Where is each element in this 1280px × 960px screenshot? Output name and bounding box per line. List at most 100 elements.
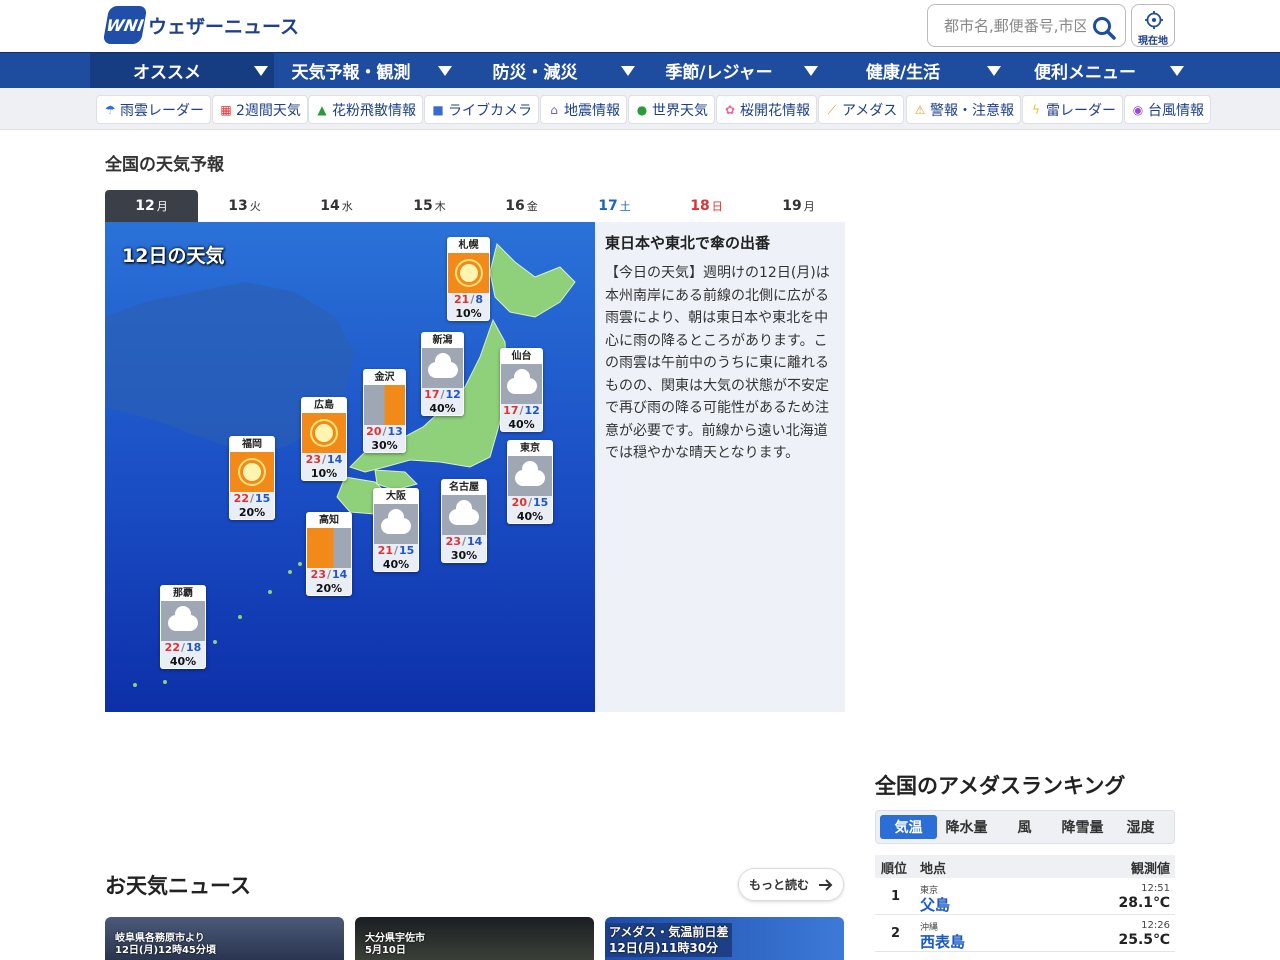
- nav-item-osusume[interactable]: オススメ: [90, 53, 274, 88]
- nav-item-menu[interactable]: 便利メニュー: [1010, 53, 1190, 88]
- read-more-button[interactable]: もっと読む: [738, 868, 844, 901]
- city-forecast-tokyo[interactable]: 東京 20/15 40%: [507, 440, 553, 524]
- quick-link-label: 台風情報: [1148, 102, 1204, 119]
- city-temps: 20/15: [511, 496, 549, 509]
- quick-link-world[interactable]: ● 世界天気: [628, 95, 715, 124]
- cloud-icon: [161, 601, 205, 641]
- cloud-sun-icon: [364, 385, 405, 425]
- rank-place[interactable]: 西表島: [920, 931, 965, 952]
- value-col-header: 観測値: [1130, 862, 1170, 877]
- quick-link-amedas[interactable]: ⟋ アメダス: [818, 95, 905, 124]
- tab-day-13[interactable]: 13 火: [198, 190, 291, 222]
- house-icon: ⌂: [550, 102, 558, 117]
- city-forecast-fukuoka[interactable]: 福岡 22/15 20%: [229, 436, 275, 520]
- city-name: 名古屋: [442, 480, 486, 495]
- city-forecast-niigata[interactable]: 新潟 17/12 40%: [421, 332, 464, 416]
- temp-low: 15: [399, 544, 415, 557]
- quick-links: ☂ 雨雲レーダー ▦ 2週間天気 ▲ 花粉飛散情報 ■ ライブカメラ ⌂ 地震情報 ● 世界…: [0, 88, 1280, 130]
- city-forecast-osaka[interactable]: 大阪 21/15 40%: [373, 488, 419, 572]
- sun-cloud-icon: [307, 528, 351, 568]
- ranking-row[interactable]: 2 沖縄 西表島 12:26 25.5℃: [875, 915, 1175, 952]
- rank-col-header: 順位: [881, 862, 908, 877]
- city-forecast-kochi[interactable]: 高知 23/14 20%: [306, 512, 352, 596]
- news-thumb[interactable]: 大分県宇佐市 5月10日: [355, 917, 594, 960]
- typhoon-icon: ◉: [1132, 102, 1144, 117]
- city-temps: 17/12: [503, 404, 540, 417]
- current-location-button[interactable]: 現在地: [1131, 4, 1175, 47]
- city-forecast-sendai[interactable]: 仙台 17/12 40%: [500, 348, 543, 432]
- site-logo[interactable]: WNI ウェザーニュース: [102, 6, 299, 44]
- tab-day-15[interactable]: 15 木: [383, 190, 476, 222]
- logo-mark: WNI: [102, 6, 148, 44]
- rank-place[interactable]: 父島: [920, 894, 950, 915]
- city-temps: 20/13: [366, 425, 403, 438]
- temp-high: 23: [445, 535, 461, 548]
- tab-temperature[interactable]: 気温: [880, 815, 937, 839]
- city-name: 札幌: [448, 238, 489, 253]
- city-forecast-nagoya[interactable]: 名古屋 23/14 30%: [441, 479, 487, 563]
- forecast-map[interactable]: 12日の天気 札幌 21/8 10% 新潟 17/12 40% 仙台 17/12…: [105, 222, 595, 712]
- quick-link-livecam[interactable]: ■ ライブカメラ: [424, 95, 539, 124]
- tab-wind[interactable]: 風: [996, 815, 1053, 839]
- search-input[interactable]: [944, 15, 1086, 37]
- city-pop: 30%: [371, 439, 398, 452]
- quick-link-2week[interactable]: ▦ 2週間天気: [212, 95, 308, 124]
- tab-day-16[interactable]: 16 金: [475, 190, 568, 222]
- quick-link-typhoon[interactable]: ◉ 台風情報: [1124, 95, 1211, 124]
- site-header: WNI ウェザーニュース 現在地: [0, 0, 1280, 52]
- tab-day-17[interactable]: 17 土: [568, 190, 661, 222]
- tab-weekday: 日: [711, 200, 723, 213]
- quick-link-warning[interactable]: ⚠ 警報・注意報: [906, 95, 1021, 124]
- tab-day-19[interactable]: 19 月: [752, 190, 845, 222]
- warning-icon: ⚠: [914, 102, 926, 117]
- city-forecast-hiroshima[interactable]: 広島 23/14 10%: [301, 397, 347, 481]
- caption-line: 12日(月)12時45分頃: [115, 945, 216, 956]
- city-name: 東京: [508, 441, 552, 456]
- tab-precipitation[interactable]: 降水量: [938, 815, 995, 839]
- tab-day: 13: [228, 198, 248, 214]
- tab-weekday: 土: [619, 200, 631, 213]
- tab-snowfall[interactable]: 降雪量: [1054, 815, 1111, 839]
- search-icon[interactable]: [1091, 15, 1117, 41]
- quick-link-sakura[interactable]: ✿ 桜開花情報: [716, 95, 817, 124]
- temp-low: 14: [467, 535, 483, 548]
- temp-low: 14: [332, 568, 348, 581]
- city-forecast-naha[interactable]: 那覇 22/18 40%: [160, 585, 206, 669]
- city-temps: 17/12: [424, 388, 461, 401]
- ranking-title: 全国のアメダスランキング: [875, 774, 1126, 798]
- nav-item-forecast[interactable]: 天気予報・観測: [274, 53, 458, 88]
- city-name: 新潟: [422, 333, 463, 348]
- city-pop: 10%: [310, 467, 338, 480]
- location-icon: [1145, 11, 1163, 29]
- ranking-row[interactable]: 1 東京 父島 12:51 28.1℃: [875, 878, 1175, 915]
- nav-item-leisure[interactable]: 季節/レジャー: [642, 53, 826, 88]
- quick-link-earthquake[interactable]: ⌂ 地震情報: [540, 95, 627, 124]
- quick-link-pollen[interactable]: ▲ 花粉飛散情報: [308, 95, 423, 124]
- tab-day: 15: [413, 198, 433, 214]
- temp-high: 21: [454, 293, 470, 306]
- tab-day-12[interactable]: 12 月: [105, 190, 198, 222]
- city-forecast-sapporo[interactable]: 札幌 21/8 10%: [447, 237, 490, 321]
- nav-item-health[interactable]: 健康/生活: [826, 53, 1010, 88]
- news-thumb[interactable]: 岐阜県各務原市より 12日(月)12時45分頃: [105, 917, 344, 960]
- nav-item-disaster[interactable]: 防災・減災: [458, 53, 642, 88]
- weather-news-title: お天気ニュース: [105, 874, 251, 898]
- chevron-down-icon: [254, 66, 268, 76]
- tab-day-18[interactable]: 18 日: [660, 190, 753, 222]
- city-pop: 40%: [429, 402, 456, 415]
- news-thumb[interactable]: アメダス・気温前日差 12日(月)11時30分: [605, 917, 844, 960]
- tab-day: 19: [782, 198, 802, 214]
- city-pop: 30%: [450, 549, 478, 562]
- tab-day: 18: [690, 198, 710, 214]
- tab-day-14[interactable]: 14 水: [290, 190, 383, 222]
- temp-low: 18: [186, 641, 202, 654]
- city-forecast-kanazawa[interactable]: 金沢 20/13 30%: [363, 369, 406, 453]
- quick-link-thunder[interactable]: ϟ 雷レーダー: [1022, 95, 1123, 124]
- city-name: 高知: [307, 513, 351, 528]
- cloud-icon: [442, 495, 486, 535]
- read-more-label: もっと読む: [749, 878, 810, 892]
- tab-humidity[interactable]: 湿度: [1112, 815, 1169, 839]
- city-name: 大阪: [374, 489, 418, 504]
- chevron-down-icon: [987, 66, 1001, 76]
- quick-link-rain-radar[interactable]: ☂ 雨雲レーダー: [96, 95, 211, 124]
